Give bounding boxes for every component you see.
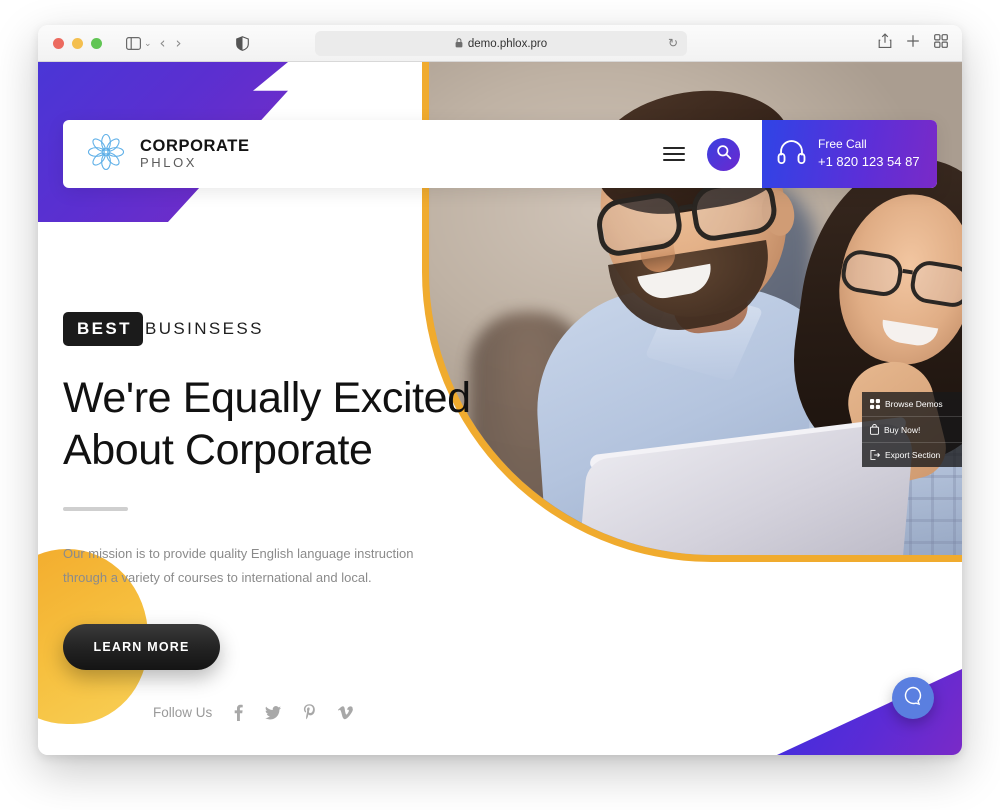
sidebar-toggle-icon[interactable] — [120, 31, 146, 55]
buy-now-label: Buy Now! — [884, 424, 921, 435]
window-controls — [53, 37, 102, 49]
follow-us-label: Follow Us — [153, 705, 213, 720]
site-header: CORPORATE PHLOX Free Call +1 820 123 54 … — [63, 120, 937, 188]
brand-logo[interactable]: CORPORATE PHLOX — [85, 131, 250, 178]
chat-bubble-icon — [903, 685, 924, 711]
vimeo-icon[interactable] — [338, 705, 354, 720]
address-bar[interactable]: demo.phlox.pro ↻ — [315, 31, 687, 56]
headline-line-1: We're Equally Excited — [63, 374, 471, 422]
shopping-bag-icon — [870, 424, 879, 435]
decorative-purple-corner-bottom — [777, 669, 962, 755]
lotus-mandala-logo-icon — [85, 131, 127, 178]
browse-demos-label: Browse Demos — [885, 399, 943, 409]
hero-content: BEST BUSINSESS We're Equally Excited Abo… — [63, 312, 493, 670]
headline-line-2: About Corporate — [63, 426, 373, 475]
eyebrow-badge: BEST — [63, 312, 143, 346]
page-title: We're Equally Excited About Corporate — [63, 372, 493, 477]
tab-grid-icon[interactable] — [934, 34, 948, 53]
brand-subtitle: PHLOX — [140, 154, 198, 170]
search-button[interactable] — [707, 137, 740, 171]
hamburger-menu-icon[interactable] — [663, 147, 685, 161]
export-section-button[interactable]: Export Section — [862, 443, 962, 467]
chat-beacon-button[interactable] — [892, 677, 934, 719]
hero-description: Our mission is to provide quality Englis… — [63, 545, 414, 585]
headphone-icon — [776, 136, 807, 172]
twitter-icon[interactable] — [265, 705, 282, 720]
forward-arrow-icon[interactable]: › — [176, 34, 182, 52]
browse-demos-button[interactable]: Browse Demos — [862, 392, 962, 417]
toolbar-right-actions — [878, 25, 948, 62]
lock-icon — [455, 37, 463, 50]
pinterest-icon[interactable] — [303, 704, 316, 721]
phone-number: +1 820 123 54 87 — [818, 154, 920, 170]
back-arrow-icon[interactable]: ‹ — [160, 34, 166, 52]
export-icon — [870, 450, 880, 460]
search-icon — [716, 144, 732, 165]
call-text: Free Call +1 820 123 54 87 — [818, 136, 920, 171]
learn-more-button[interactable]: LEARN MORE — [63, 624, 220, 670]
facebook-icon[interactable] — [234, 704, 243, 721]
minimize-window-button[interactable] — [72, 37, 83, 49]
grid-icon — [870, 399, 880, 409]
brand-title: CORPORATE — [140, 137, 250, 156]
nav-arrows: ‹ › — [160, 34, 182, 52]
page-viewport: CORPORATE PHLOX Free Call +1 820 123 54 … — [38, 62, 962, 755]
free-call-label: Free Call — [818, 137, 867, 152]
hero-eyebrow: BEST BUSINSESS — [63, 312, 493, 346]
browser-toolbar: ⌄ ‹ › demo.phlox.pro ↻ — [38, 25, 962, 62]
eyebrow-rest: BUSINSESS — [144, 319, 264, 338]
url-text: demo.phlox.pro — [467, 37, 548, 50]
brand-text: CORPORATE PHLOX — [140, 137, 250, 170]
demo-utility-panel: Browse Demos Buy Now! Export Section — [862, 392, 962, 467]
free-call-block[interactable]: Free Call +1 820 123 54 87 — [762, 120, 937, 188]
browser-window: ⌄ ‹ › demo.phlox.pro ↻ CORPORATE PHLOX F… — [38, 25, 962, 755]
buy-now-button[interactable]: Buy Now! — [862, 417, 962, 443]
close-window-button[interactable] — [53, 37, 64, 49]
maximize-window-button[interactable] — [91, 37, 102, 49]
share-icon[interactable] — [878, 33, 892, 54]
header-actions: Free Call +1 820 123 54 87 — [663, 120, 937, 188]
plus-icon[interactable] — [906, 34, 920, 53]
privacy-shield-icon[interactable] — [230, 31, 256, 55]
follow-us-bar: Follow Us — [153, 704, 354, 721]
export-section-label: Export Section — [885, 450, 941, 460]
chevron-down-icon[interactable]: ⌄ — [144, 38, 152, 49]
hero-divider — [63, 506, 128, 511]
reload-icon[interactable]: ↻ — [668, 36, 678, 50]
